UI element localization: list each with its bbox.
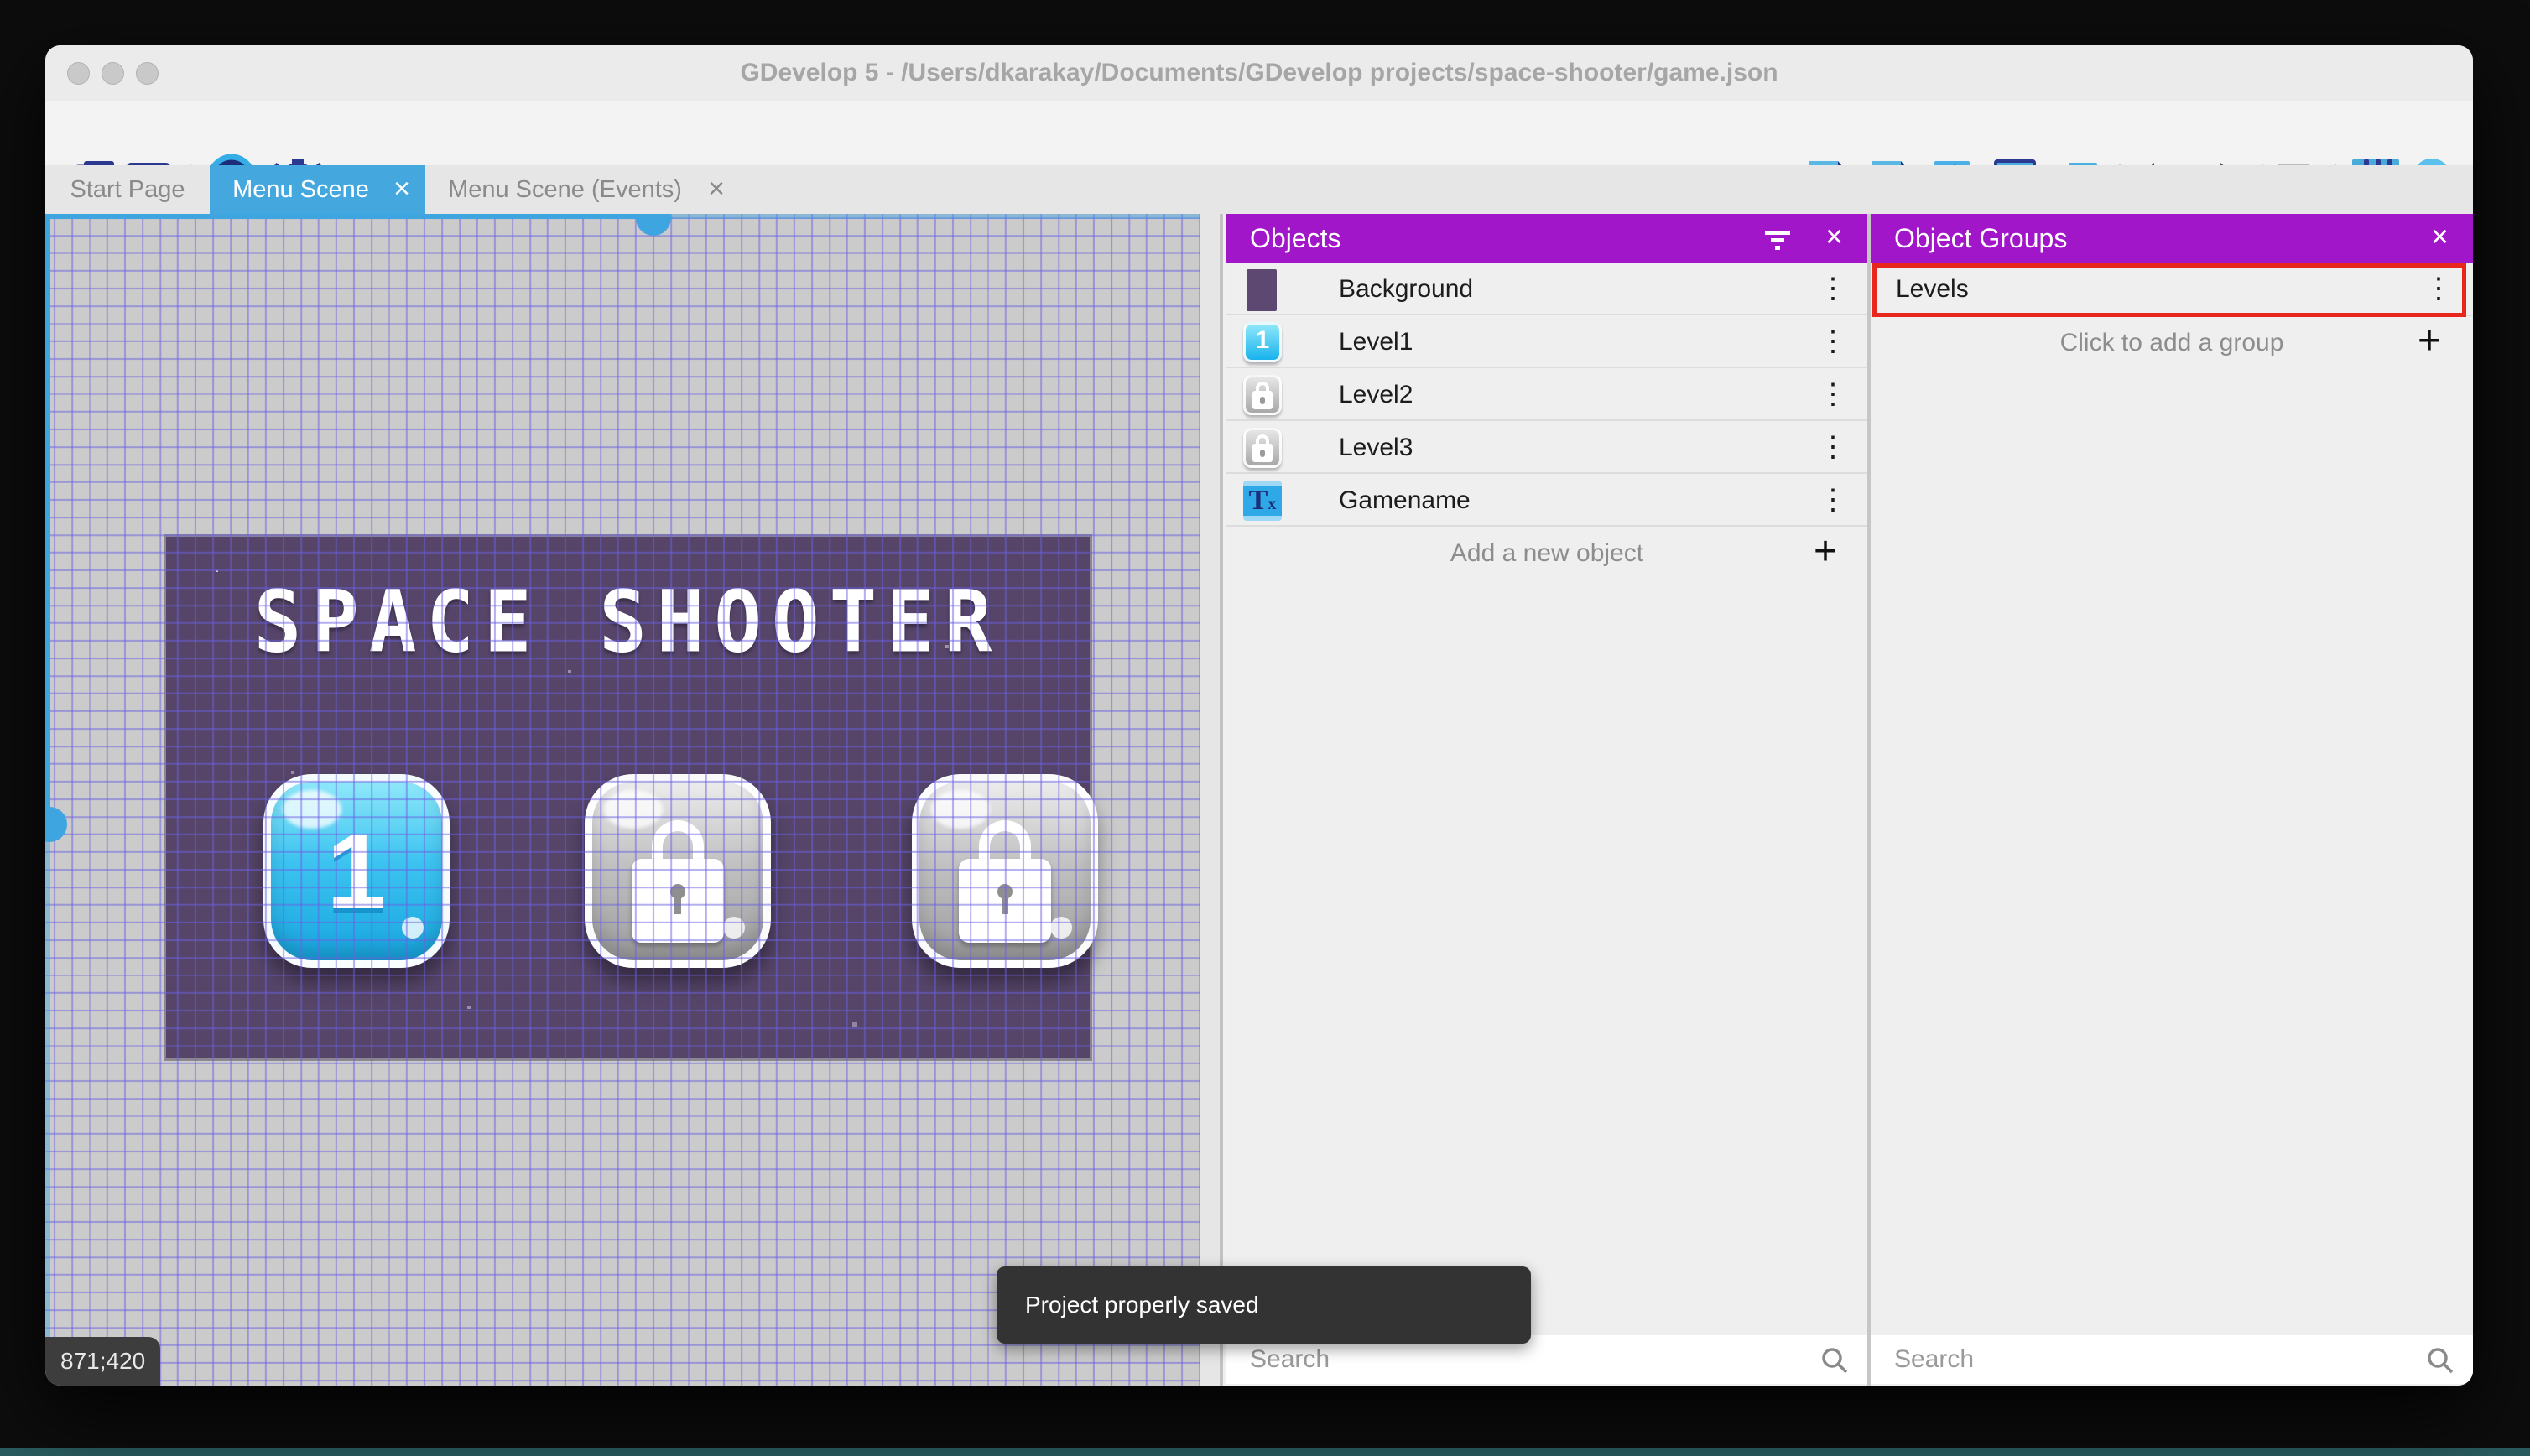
gloss-dot [723,917,745,939]
object-row-gamename[interactable]: Tx Gamename ⋮ [1226,474,1867,527]
object-menu-icon[interactable]: ⋮ [1819,368,1847,421]
screenshot-root: GDevelop 5 - /Users/dkarakay/Documents/G… [0,0,2530,1456]
close-panel-icon[interactable]: × [1825,214,1843,263]
search-icon [1820,1346,1849,1375]
level1-button-instance[interactable]: 1 [263,774,450,968]
tab-start-page[interactable]: Start Page [45,165,210,214]
object-label: Gamename [1339,486,1471,514]
close-tab-icon[interactable]: × [393,165,410,214]
panel-title: Object Groups [1894,223,2068,253]
add-object-row[interactable]: Add a new object + [1226,527,1867,580]
tab-menu-scene[interactable]: Menu Scene × [210,165,425,214]
selection-outline-left-faded [45,824,50,1386]
tab-menu-scene-events[interactable]: Menu Scene (Events) × [425,165,738,214]
lock-icon [632,820,724,946]
level-number: 1 [326,812,387,932]
selection-outline-top-faded [653,214,1200,219]
add-object-plus-icon[interactable]: + [1814,527,1837,580]
cursor-coordinates-badge: 871;420 [45,1337,160,1386]
object-thumbnail [1243,269,1277,311]
search-icon [2426,1346,2455,1375]
objects-panel: Objects × Background ⋮ 1 Level1 ⋮ Level2… [1226,214,1867,1386]
object-thumbnail [1243,428,1282,468]
object-row-level2[interactable]: Level2 ⋮ [1226,368,1867,421]
object-row-background[interactable]: Background ⋮ [1226,263,1867,315]
object-groups-panel: Object Groups × Levels ⋮ Click to add a … [1871,214,2473,1386]
object-thumbnail [1243,375,1282,415]
groups-search-input[interactable] [1871,1335,2473,1384]
object-menu-icon[interactable]: ⋮ [1819,474,1847,527]
canvas-gutter [1200,214,1220,1386]
object-groups-panel-header: Object Groups × [1871,214,2473,263]
object-label: Background [1339,275,1474,303]
add-object-label: Add a new object [1450,539,1644,567]
level3-button-instance[interactable] [912,774,1098,968]
object-row-level3[interactable]: Level3 ⋮ [1226,421,1867,474]
resize-handle-left[interactable] [45,807,67,842]
gloss-dot [402,917,424,939]
object-row-level1[interactable]: 1 Level1 ⋮ [1226,315,1867,368]
game-title-text: SPACE SHOOTER [253,573,1002,673]
panel-title: Objects [1250,223,1341,253]
tab-label: Menu Scene (Events) [448,176,682,203]
group-row-levels[interactable]: Levels ⋮ [1871,263,2473,316]
lock-icon [959,820,1051,946]
window-title: GDevelop 5 - /Users/dkarakay/Documents/G… [740,59,1778,86]
close-tab-icon[interactable]: × [708,165,725,214]
selection-outline-top [45,214,653,219]
object-menu-icon[interactable]: ⋮ [1819,421,1847,474]
star-decorations [216,570,218,572]
objects-panel-header: Objects × [1226,214,1867,263]
tab-label: Start Page [70,176,185,203]
group-menu-icon[interactable]: ⋮ [2424,263,2453,315]
scene-editor-canvas[interactable]: SPACE SHOOTER 1 871;420 [45,214,1223,1386]
close-panel-icon[interactable]: × [2431,214,2449,263]
background-object-instance[interactable]: SPACE SHOOTER 1 [166,537,1098,1058]
main-toolbar: 1:1 [45,101,2473,210]
add-group-label: Click to add a group [2059,329,2284,356]
snackbar-toast: Project properly saved [997,1266,1531,1344]
gdevelop-window: GDevelop 5 - /Users/dkarakay/Documents/G… [45,45,2473,1386]
desktop-background [0,1448,2530,1456]
canvas-panel-divider [1220,214,1223,1386]
tab-label: Menu Scene [232,176,369,203]
tab-strip: Start Page Menu Scene × Menu Scene (Even… [45,165,2473,214]
object-label: Level1 [1339,328,1413,356]
add-group-plus-icon[interactable]: + [2418,316,2441,369]
object-thumbnail: Tx [1243,481,1282,521]
resize-handle-top[interactable] [636,214,671,236]
object-label: Level3 [1339,434,1413,461]
groups-search-bar [1871,1335,2473,1384]
selection-outline-left [45,214,50,824]
gloss-dot [1050,917,1072,939]
object-menu-icon[interactable]: ⋮ [1819,263,1847,315]
object-menu-icon[interactable]: ⋮ [1819,315,1847,368]
level2-button-instance[interactable] [585,774,771,968]
object-thumbnail: 1 [1243,322,1282,362]
group-label: Levels [1896,275,1969,303]
add-group-row[interactable]: Click to add a group + [1871,316,2473,370]
title-bar: GDevelop 5 - /Users/dkarakay/Documents/G… [45,45,2473,101]
object-label: Level2 [1339,381,1413,408]
filter-icon[interactable] [1763,226,1792,255]
